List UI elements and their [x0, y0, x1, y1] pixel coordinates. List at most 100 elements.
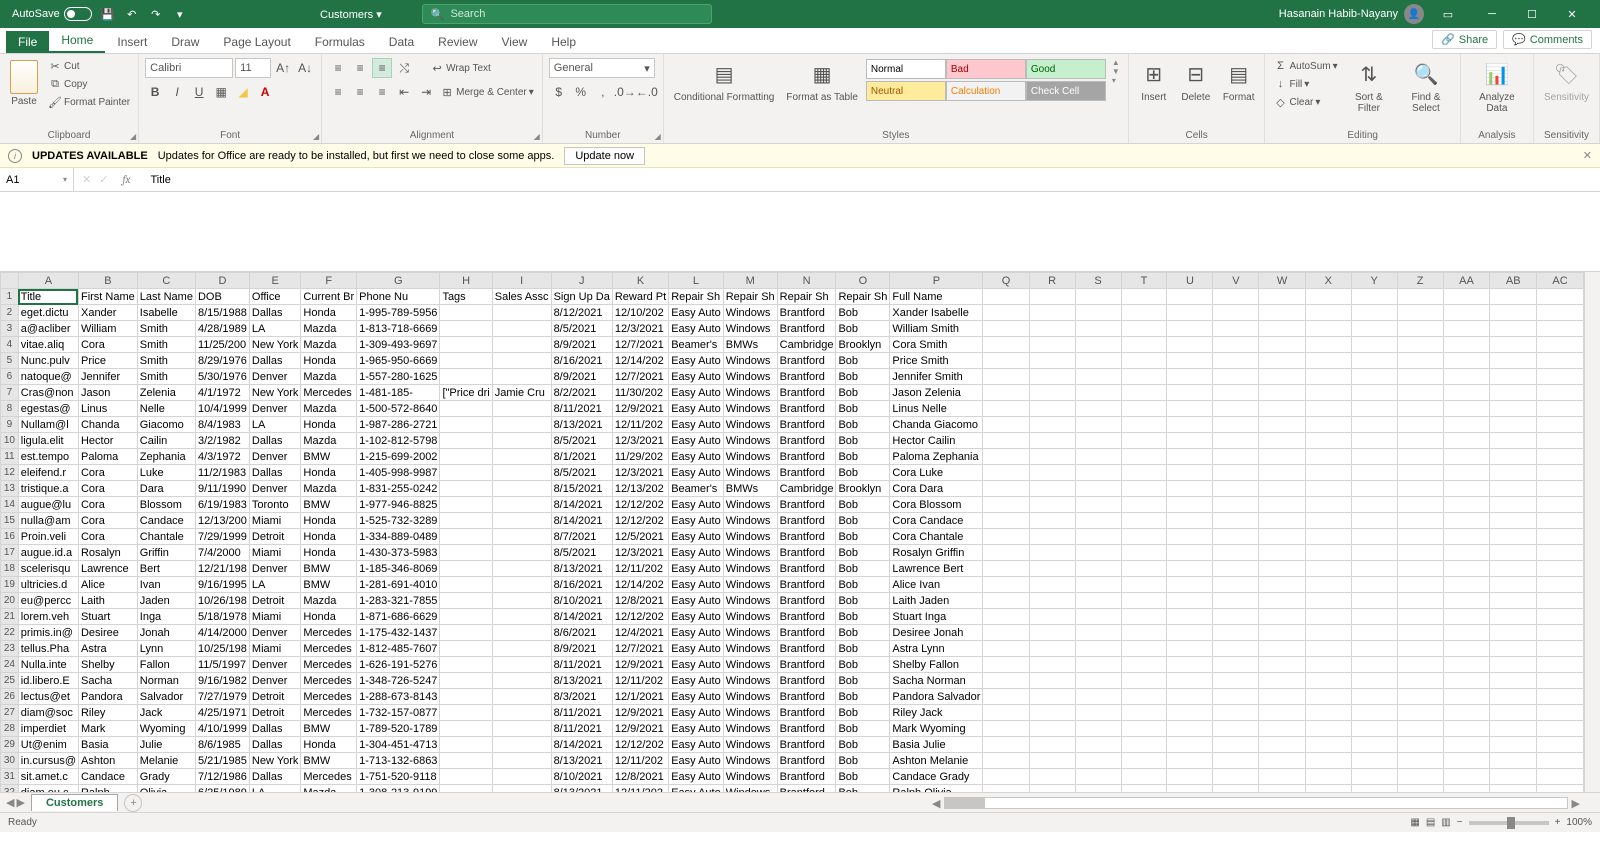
- cell[interactable]: [1443, 369, 1490, 385]
- cell[interactable]: 1-871-686-6629: [357, 609, 440, 625]
- cell[interactable]: [440, 561, 492, 577]
- cell[interactable]: [492, 737, 551, 753]
- cell[interactable]: Toronto: [249, 497, 300, 513]
- cell[interactable]: Honda: [301, 737, 357, 753]
- cell[interactable]: [1443, 609, 1490, 625]
- cell[interactable]: [440, 353, 492, 369]
- row-header[interactable]: 26: [1, 689, 19, 705]
- cell[interactable]: Cora: [78, 497, 137, 513]
- cell[interactable]: 12/9/2021: [612, 721, 668, 737]
- cell[interactable]: [1351, 497, 1397, 513]
- cell[interactable]: [1213, 753, 1259, 769]
- cell[interactable]: [1490, 481, 1537, 497]
- cell[interactable]: [492, 625, 551, 641]
- cell[interactable]: 8/11/2021: [551, 705, 612, 721]
- cell[interactable]: [440, 657, 492, 673]
- cell[interactable]: [1305, 369, 1351, 385]
- cell[interactable]: Smith: [137, 321, 195, 337]
- cell[interactable]: [1259, 689, 1305, 705]
- cell[interactable]: Riley Jack: [890, 705, 983, 721]
- cell[interactable]: 12/8/2021: [612, 769, 668, 785]
- cell[interactable]: 8/3/2021: [551, 689, 612, 705]
- cell[interactable]: [1305, 465, 1351, 481]
- cell[interactable]: 9/16/1982: [195, 673, 249, 689]
- cell[interactable]: Easy Auto: [669, 305, 724, 321]
- cell[interactable]: Bob: [836, 305, 890, 321]
- cell[interactable]: [440, 625, 492, 641]
- cell[interactable]: [983, 321, 1029, 337]
- cell[interactable]: [1029, 337, 1075, 353]
- cell[interactable]: Honda: [301, 353, 357, 369]
- cell[interactable]: [1351, 289, 1397, 305]
- cell[interactable]: 8/9/2021: [551, 369, 612, 385]
- cell[interactable]: [1397, 769, 1443, 785]
- cell[interactable]: [492, 769, 551, 785]
- cell[interactable]: [1259, 769, 1305, 785]
- cell[interactable]: [1537, 673, 1584, 689]
- cell[interactable]: [1075, 689, 1121, 705]
- cell[interactable]: 12/5/2021: [612, 529, 668, 545]
- cell[interactable]: Paloma: [78, 449, 137, 465]
- cell[interactable]: [983, 481, 1029, 497]
- cell[interactable]: 12/3/2021: [612, 465, 668, 481]
- cell[interactable]: Jack: [137, 705, 195, 721]
- cell[interactable]: [1490, 321, 1537, 337]
- row-header[interactable]: 16: [1, 529, 19, 545]
- cell[interactable]: 8/5/2021: [551, 433, 612, 449]
- cell[interactable]: 8/2/2021: [551, 385, 612, 401]
- cell[interactable]: Repair Sh: [669, 289, 724, 305]
- cell[interactable]: [1305, 305, 1351, 321]
- cell[interactable]: 8/14/2021: [551, 609, 612, 625]
- cell[interactable]: [440, 545, 492, 561]
- cell[interactable]: [1305, 513, 1351, 529]
- cell[interactable]: [492, 337, 551, 353]
- cell[interactable]: 1-430-373-5983: [357, 545, 440, 561]
- cell[interactable]: 12/13/200: [195, 513, 249, 529]
- cell[interactable]: [1167, 753, 1213, 769]
- cell[interactable]: [983, 545, 1029, 561]
- cell[interactable]: [1213, 673, 1259, 689]
- cell[interactable]: Windows: [723, 769, 777, 785]
- cell[interactable]: [1121, 529, 1167, 545]
- cell[interactable]: [1351, 673, 1397, 689]
- cell[interactable]: [1259, 673, 1305, 689]
- cell[interactable]: [1490, 433, 1537, 449]
- row-header[interactable]: 6: [1, 369, 19, 385]
- cell[interactable]: Cora: [78, 465, 137, 481]
- cell[interactable]: Honda: [301, 465, 357, 481]
- cell[interactable]: [1213, 625, 1259, 641]
- zoom-in-button[interactable]: +: [1555, 817, 1561, 828]
- cell[interactable]: [1075, 785, 1121, 793]
- cell[interactable]: [1490, 417, 1537, 433]
- row-header[interactable]: 15: [1, 513, 19, 529]
- cell[interactable]: BMWs: [723, 337, 777, 353]
- cell[interactable]: Norman: [137, 673, 195, 689]
- cell[interactable]: New York: [249, 337, 300, 353]
- cell[interactable]: [1167, 545, 1213, 561]
- cell[interactable]: 4/10/1999: [195, 721, 249, 737]
- row-header[interactable]: 21: [1, 609, 19, 625]
- cell[interactable]: [1537, 609, 1584, 625]
- cell[interactable]: Detroit: [249, 689, 300, 705]
- qat-more-icon[interactable]: ▾: [172, 6, 188, 22]
- cell[interactable]: [1397, 321, 1443, 337]
- cell[interactable]: 12/9/2021: [612, 401, 668, 417]
- cell[interactable]: [1351, 625, 1397, 641]
- cell[interactable]: 1-732-157-0877: [357, 705, 440, 721]
- cell[interactable]: Hector: [78, 433, 137, 449]
- cell[interactable]: 10/4/1999: [195, 401, 249, 417]
- cell[interactable]: 10/26/198: [195, 593, 249, 609]
- cell[interactable]: [1213, 481, 1259, 497]
- cell[interactable]: 8/29/1976: [195, 353, 249, 369]
- cell[interactable]: 12/11/202: [612, 785, 668, 793]
- cell[interactable]: [1213, 737, 1259, 753]
- cell[interactable]: [1075, 545, 1121, 561]
- cell[interactable]: Full Name: [890, 289, 983, 305]
- cell[interactable]: 12/9/2021: [612, 657, 668, 673]
- cell[interactable]: [1075, 433, 1121, 449]
- cell[interactable]: [1397, 449, 1443, 465]
- format-as-table-button[interactable]: ▦Format as Table: [782, 58, 862, 105]
- cell[interactable]: Dallas: [249, 769, 300, 785]
- cell[interactable]: Denver: [249, 449, 300, 465]
- cell[interactable]: [1351, 561, 1397, 577]
